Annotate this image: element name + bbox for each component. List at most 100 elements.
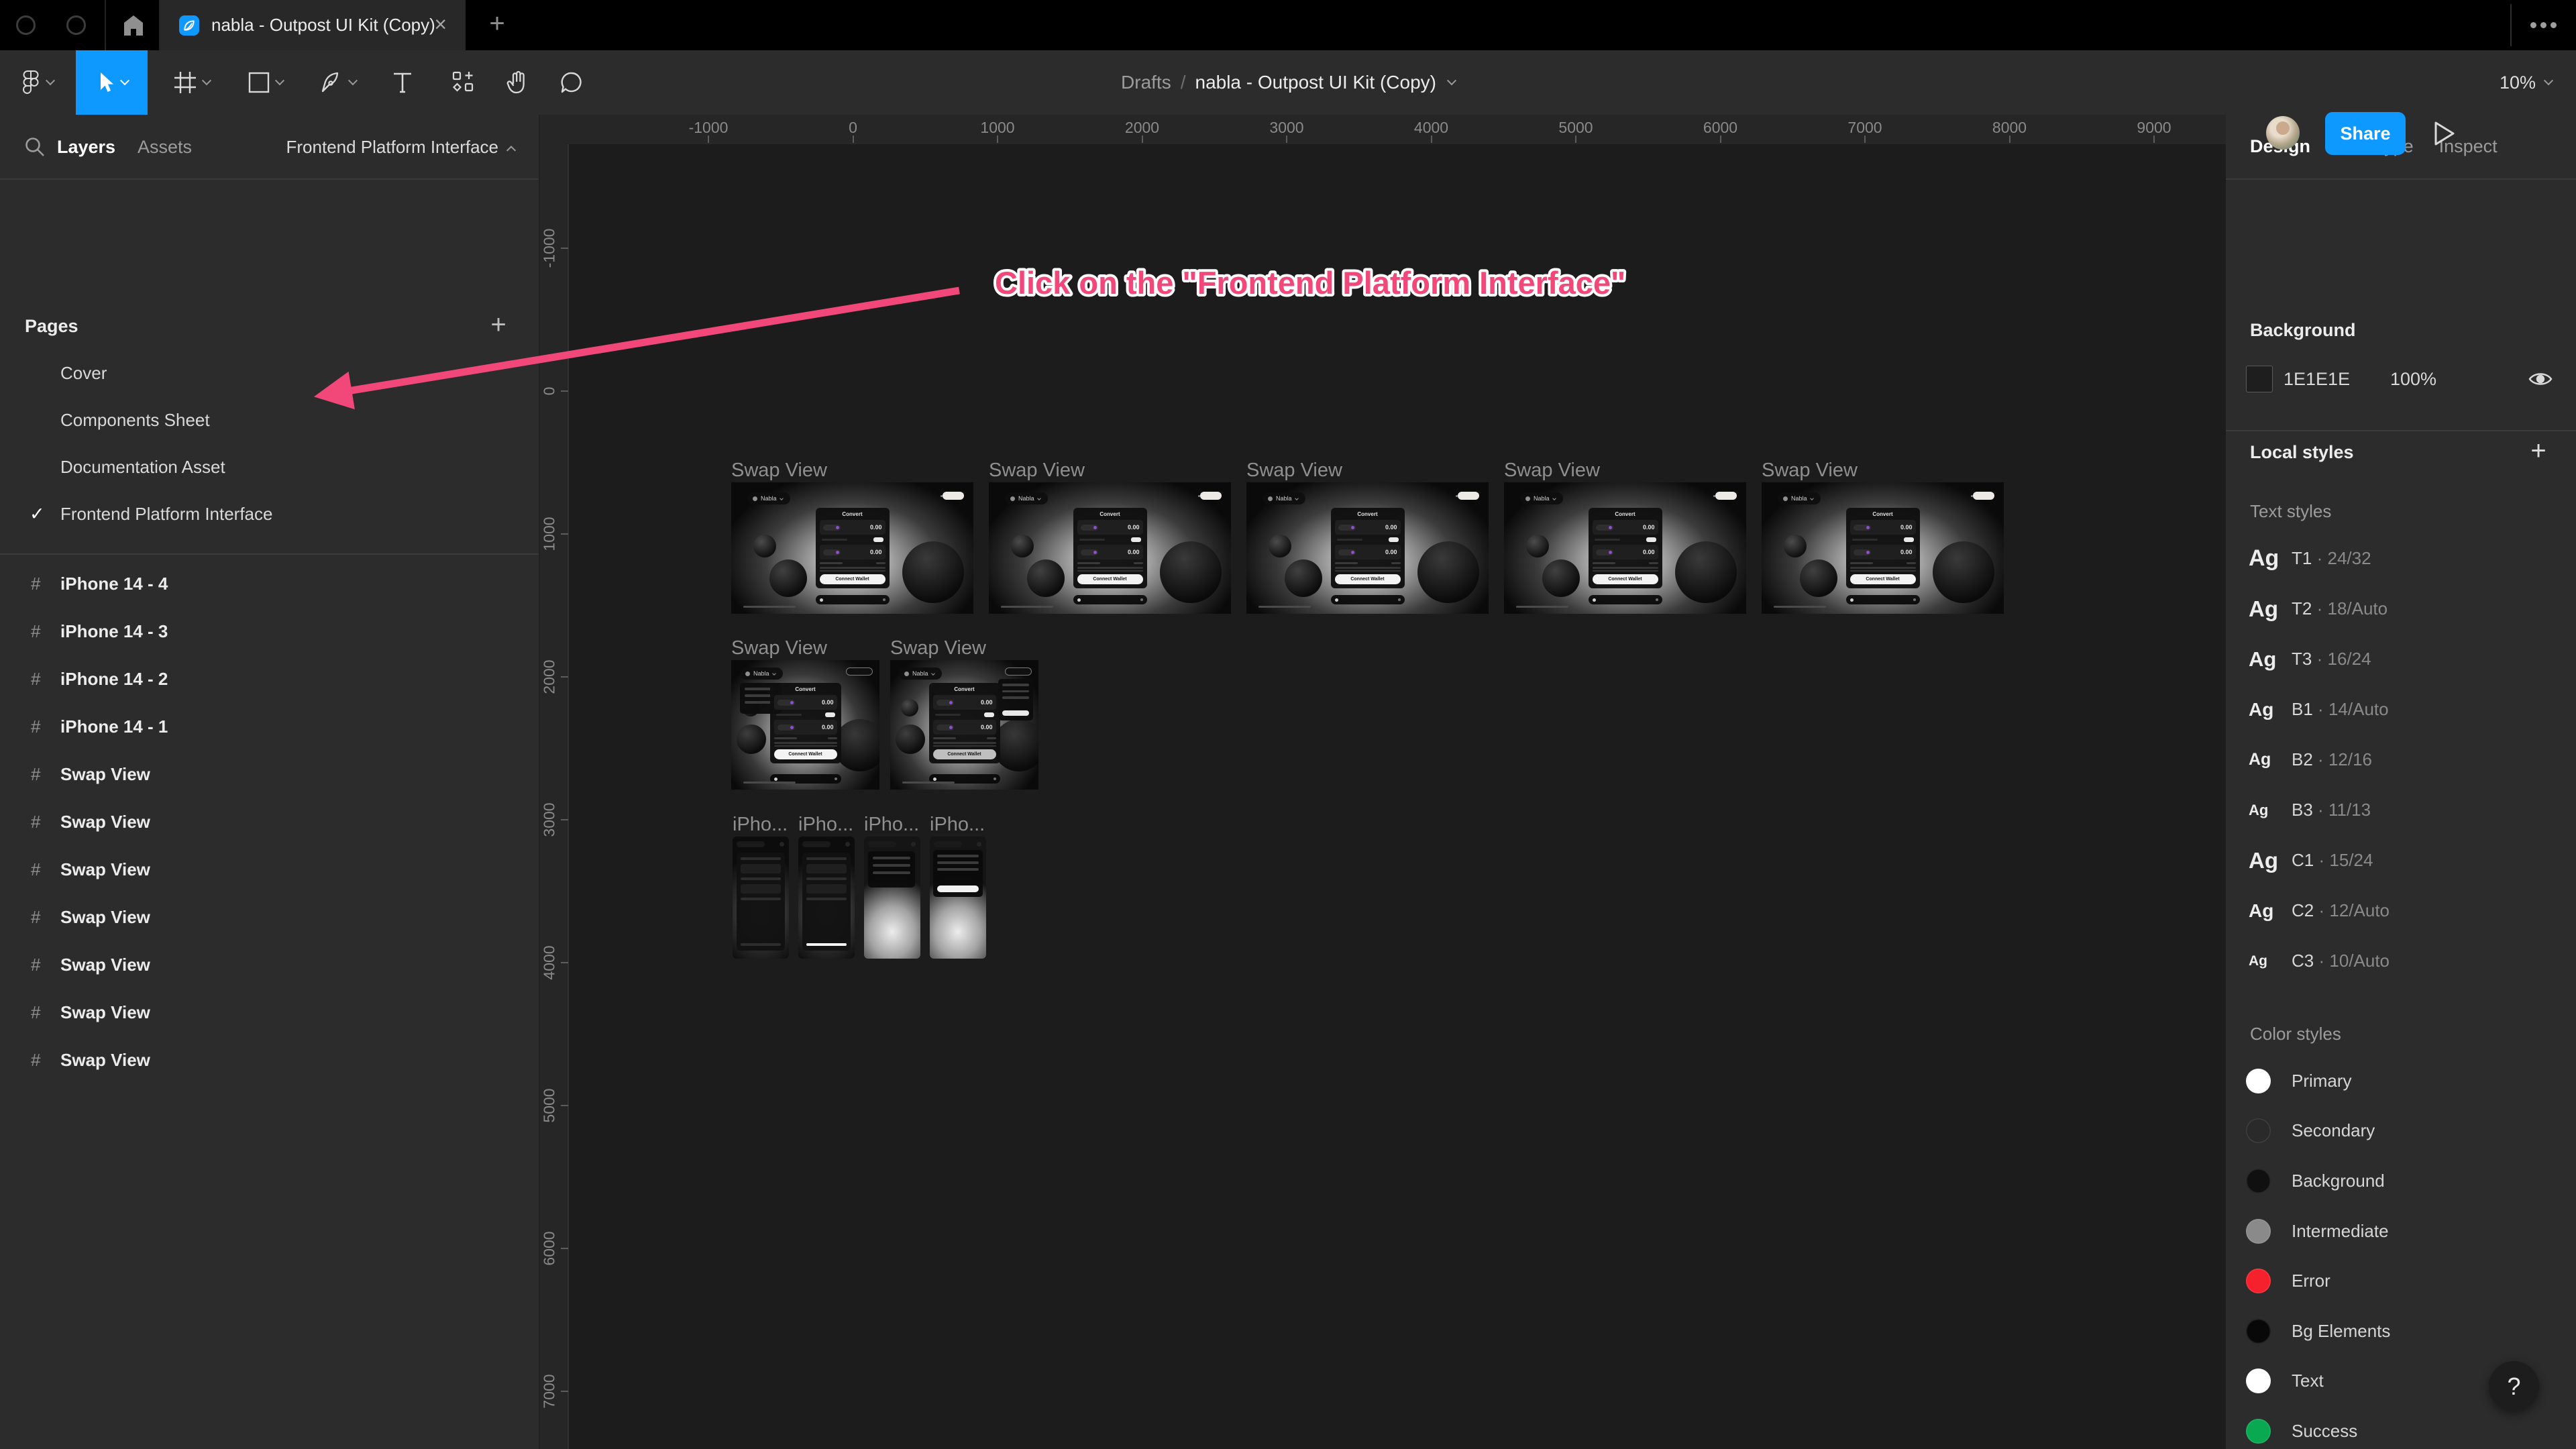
swap-view-thumbnail[interactable]: Nabla Convert 0.00 0.00 Connect Wallet: [890, 660, 1038, 790]
sidebar-frame-item[interactable]: # Swap View: [0, 846, 539, 894]
swap-view-thumbnail[interactable]: Nabla Convert 0.00 0.00 Connect Wallet: [989, 482, 1231, 614]
breadcrumb-file-name[interactable]: nabla - Outpost UI Kit (Copy): [1195, 72, 1436, 93]
text-style-row[interactable]: Ag B1 · 14/Auto: [2226, 684, 2576, 735]
avatar[interactable]: [2266, 116, 2300, 150]
swap-view-thumbnail[interactable]: Nabla Convert 0.00 0.00 Connect Wallet: [1246, 482, 1489, 614]
swap-view-thumbnail[interactable]: Nabla Convert 0.00 0.00 Connect Wallet: [731, 660, 879, 790]
frame-label[interactable]: iPho...: [864, 814, 920, 835]
canvas-frame[interactable]: Swap View Nabla Convert 0.00 0.00: [1246, 460, 1489, 614]
page-switcher[interactable]: Frontend Platform Interface: [286, 115, 515, 180]
canvas-frame[interactable]: iPho...: [733, 814, 789, 959]
close-icon[interactable]: ×: [434, 0, 447, 49]
sidebar-frame-item[interactable]: # iPhone 14 - 2: [0, 655, 539, 703]
new-tab-button[interactable]: +: [477, 0, 517, 50]
window-circle-button[interactable]: [16, 15, 36, 35]
frame-label[interactable]: Swap View: [731, 638, 879, 658]
frame-label[interactable]: iPho...: [733, 814, 789, 835]
text-tool-button[interactable]: [380, 50, 425, 115]
canvas[interactable]: -1000 0 1000 2000: [540, 115, 2226, 1449]
sidebar-page-item[interactable]: ✓ Frontend Platform Interface: [0, 490, 539, 537]
main-menu-button[interactable]: [8, 50, 66, 115]
add-style-button[interactable]: +: [2524, 435, 2553, 468]
frame-label[interactable]: iPho...: [798, 814, 855, 835]
color-style-row[interactable]: Intermediate: [2226, 1206, 2576, 1256]
text-style-row[interactable]: Ag T1 · 24/32: [2226, 533, 2576, 584]
frame-label[interactable]: Swap View: [1246, 460, 1489, 480]
iphone-thumbnail[interactable]: [733, 837, 789, 959]
sidebar-frame-item[interactable]: # Swap View: [0, 1036, 539, 1084]
file-tab[interactable]: nabla - Outpost UI Kit (Copy) ×: [160, 0, 466, 50]
present-play-icon[interactable]: [2432, 120, 2459, 147]
zoom-menu[interactable]: 10%: [2500, 50, 2552, 115]
sidebar-frame-item[interactable]: # Swap View: [0, 894, 539, 941]
frame-tool-button[interactable]: [160, 50, 223, 115]
sidebar-page-item[interactable]: ✓ Documentation Asset: [0, 443, 539, 490]
color-style-row[interactable]: Success: [2226, 1406, 2576, 1449]
sidebar-frame-item[interactable]: # Swap View: [0, 989, 539, 1036]
color-style-row[interactable]: Bg Elements: [2226, 1306, 2576, 1356]
add-page-button[interactable]: +: [485, 303, 512, 350]
window-circle-button[interactable]: [66, 15, 86, 35]
sidebar-page-item[interactable]: ✓ Components Sheet: [0, 396, 539, 443]
frame-label[interactable]: Swap View: [890, 638, 1038, 658]
sidebar-frame-item[interactable]: # iPhone 14 - 1: [0, 703, 539, 751]
iphone-thumbnail[interactable]: [930, 837, 986, 959]
sidebar-frame-item[interactable]: # Swap View: [0, 798, 539, 846]
share-button[interactable]: Share: [2325, 112, 2406, 155]
frame-label[interactable]: iPho...: [930, 814, 986, 835]
canvas-frame[interactable]: iPho...: [864, 814, 920, 959]
move-tool-button[interactable]: [76, 50, 148, 115]
sidebar-frame-item[interactable]: # Swap View: [0, 941, 539, 989]
canvas-frame[interactable]: Swap View Nabla Convert 0.00: [731, 638, 879, 790]
sidebar-frame-item[interactable]: # Swap View: [0, 751, 539, 798]
frame-label[interactable]: Swap View: [731, 460, 973, 480]
color-style-row[interactable]: Background: [2226, 1156, 2576, 1206]
color-style-row[interactable]: Error: [2226, 1256, 2576, 1306]
text-style-row[interactable]: Ag C2 · 12/Auto: [2226, 885, 2576, 936]
shape-tool-button[interactable]: [233, 50, 297, 115]
breadcrumb-root[interactable]: Drafts: [1121, 72, 1171, 93]
help-button[interactable]: ?: [2489, 1361, 2539, 1411]
breadcrumb[interactable]: Drafts / nabla - Outpost UI Kit (Copy): [1121, 50, 1455, 115]
text-style-row[interactable]: Ag T3 · 16/24: [2226, 634, 2576, 684]
comment-tool-button[interactable]: [546, 50, 597, 115]
canvas-frame[interactable]: iPho...: [798, 814, 855, 959]
canvas-frame[interactable]: Swap View Nabla Convert 0.00 0.00: [1504, 460, 1746, 614]
background-opacity-value[interactable]: 100%: [2390, 362, 2436, 396]
pen-tool-button[interactable]: [306, 50, 370, 115]
canvas-frame[interactable]: Swap View Nabla Convert 0.00 0.00: [731, 460, 973, 614]
background-hex-value[interactable]: 1E1E1E: [2284, 362, 2350, 396]
color-style-row[interactable]: Secondary: [2226, 1106, 2576, 1157]
text-style-row[interactable]: Ag B3 · 11/13: [2226, 785, 2576, 835]
sidebar-page-item[interactable]: ✓ Cover: [0, 350, 539, 396]
sidebar-frame-item[interactable]: # iPhone 14 - 4: [0, 560, 539, 608]
hand-tool-button[interactable]: [494, 50, 541, 115]
tab-assets[interactable]: Assets: [138, 115, 192, 180]
swap-view-thumbnail[interactable]: Nabla Convert 0.00 0.00 Connect Wallet: [1504, 482, 1746, 614]
canvas-frame[interactable]: Swap View Nabla Convert 0.00 0.00: [1762, 460, 2004, 614]
search-icon[interactable]: [23, 135, 47, 159]
chevron-down-icon[interactable]: [1447, 76, 1456, 85]
frame-label[interactable]: Swap View: [1504, 460, 1746, 480]
background-color-row[interactable]: 1E1E1E 100%: [2226, 362, 2576, 396]
home-icon[interactable]: [123, 14, 144, 37]
iphone-thumbnail[interactable]: [864, 837, 920, 959]
canvas-frame[interactable]: Swap View Nabla Convert 0.00: [890, 638, 1038, 790]
text-style-row[interactable]: Ag C1 · 15/24: [2226, 835, 2576, 885]
eye-icon[interactable]: [2528, 368, 2553, 390]
iphone-thumbnail[interactable]: [798, 837, 855, 959]
components-tool-button[interactable]: [437, 50, 490, 115]
text-style-row[interactable]: Ag C3 · 10/Auto: [2226, 936, 2576, 986]
tab-layers[interactable]: Layers: [57, 115, 115, 180]
text-style-row[interactable]: Ag T2 · 18/Auto: [2226, 584, 2576, 634]
canvas-frame[interactable]: Swap View Nabla Convert 0.00 0.00: [989, 460, 1231, 614]
sidebar-frame-item[interactable]: # iPhone 14 - 3: [0, 608, 539, 655]
text-style-row[interactable]: Ag B2 · 12/16: [2226, 735, 2576, 785]
canvas-frame[interactable]: iPho...: [930, 814, 986, 959]
swap-view-thumbnail[interactable]: Nabla Convert 0.00 0.00 Connect Wallet: [1762, 482, 2004, 614]
swap-view-thumbnail[interactable]: Nabla Convert 0.00 0.00 Connect Wallet: [731, 482, 973, 614]
overflow-menu-icon[interactable]: [2530, 22, 2561, 28]
frame-label[interactable]: Swap View: [1762, 460, 2004, 480]
frame-label[interactable]: Swap View: [989, 460, 1231, 480]
color-style-row[interactable]: Primary: [2226, 1056, 2576, 1106]
